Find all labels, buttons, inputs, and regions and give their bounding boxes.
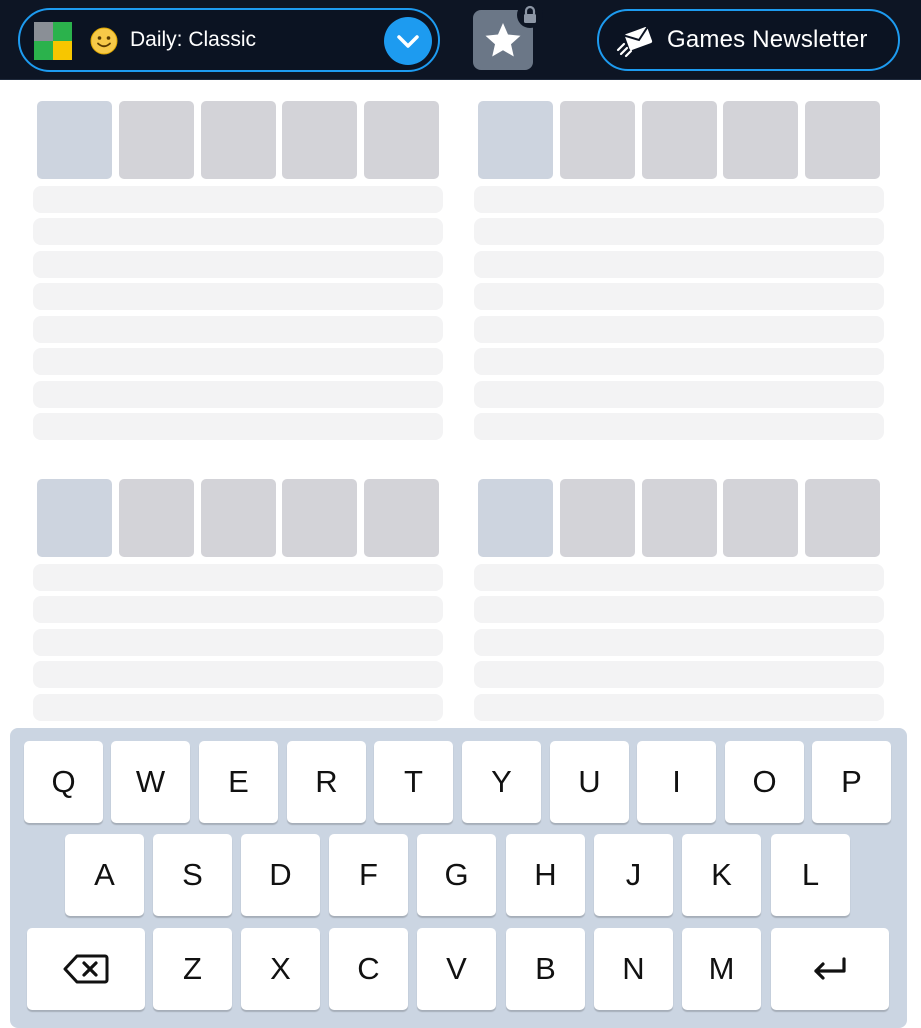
key-f[interactable]: F bbox=[329, 834, 408, 916]
guess-row bbox=[33, 564, 443, 591]
tile bbox=[282, 479, 357, 557]
tile bbox=[37, 479, 112, 557]
guess-row bbox=[33, 629, 443, 656]
key-u[interactable]: U bbox=[550, 741, 629, 823]
guess-row bbox=[33, 381, 443, 408]
tile bbox=[805, 101, 880, 179]
tile bbox=[201, 101, 276, 179]
guess-row bbox=[474, 251, 884, 278]
guess-row bbox=[474, 413, 884, 440]
key-s[interactable]: S bbox=[153, 834, 232, 916]
enter-icon bbox=[814, 957, 846, 980]
guess-row bbox=[33, 661, 443, 688]
guess-row bbox=[33, 283, 443, 310]
key-i[interactable]: I bbox=[637, 741, 716, 823]
top-bar: Daily: Classic Games Newsletter bbox=[0, 0, 921, 80]
key-b[interactable]: B bbox=[506, 928, 585, 1010]
tile bbox=[723, 479, 798, 557]
key-n[interactable]: N bbox=[594, 928, 673, 1010]
tile bbox=[119, 479, 194, 557]
enter-key[interactable] bbox=[771, 928, 889, 1010]
key-j[interactable]: J bbox=[594, 834, 673, 916]
on-screen-keyboard: Q W E R T Y U I O P A S D F G H J K L Z … bbox=[10, 728, 907, 1028]
guess-row bbox=[474, 283, 884, 310]
key-k[interactable]: K bbox=[682, 834, 761, 916]
guess-row bbox=[33, 694, 443, 721]
tile bbox=[119, 101, 194, 179]
key-d[interactable]: D bbox=[241, 834, 320, 916]
key-m[interactable]: M bbox=[682, 928, 761, 1010]
mode-selector[interactable]: Daily: Classic bbox=[18, 8, 440, 72]
key-a[interactable]: A bbox=[65, 834, 144, 916]
key-x[interactable]: X bbox=[241, 928, 320, 1010]
lock-badge bbox=[517, 2, 543, 28]
tile bbox=[805, 479, 880, 557]
guess-row bbox=[33, 251, 443, 278]
tile bbox=[37, 101, 112, 179]
tile bbox=[642, 101, 717, 179]
guess-row bbox=[33, 413, 443, 440]
tile bbox=[560, 101, 635, 179]
game-logo-icon bbox=[34, 22, 72, 60]
newsletter-button[interactable]: Games Newsletter bbox=[597, 9, 900, 71]
guess-row bbox=[474, 694, 884, 721]
tile bbox=[364, 101, 439, 179]
key-e[interactable]: E bbox=[199, 741, 278, 823]
mode-label: Daily: Classic bbox=[130, 28, 257, 51]
key-g[interactable]: G bbox=[417, 834, 496, 916]
tile bbox=[723, 101, 798, 179]
guess-row bbox=[33, 218, 443, 245]
mode-dropdown-button[interactable] bbox=[384, 17, 432, 65]
envelope-icon bbox=[616, 26, 653, 58]
tile bbox=[478, 479, 553, 557]
smiley-face-icon bbox=[90, 27, 118, 55]
key-r[interactable]: R bbox=[287, 741, 366, 823]
guess-row bbox=[474, 564, 884, 591]
key-v[interactable]: V bbox=[417, 928, 496, 1010]
guess-row bbox=[474, 381, 884, 408]
key-l[interactable]: L bbox=[771, 834, 850, 916]
guess-row bbox=[33, 316, 443, 343]
guess-row bbox=[474, 596, 884, 623]
lock-icon bbox=[524, 5, 536, 23]
tile bbox=[282, 101, 357, 179]
tile bbox=[560, 479, 635, 557]
key-w[interactable]: W bbox=[111, 741, 190, 823]
newsletter-label: Games Newsletter bbox=[667, 26, 868, 53]
key-h[interactable]: H bbox=[506, 834, 585, 916]
tile bbox=[642, 479, 717, 557]
guess-row bbox=[474, 348, 884, 375]
tile bbox=[364, 479, 439, 557]
guess-row bbox=[33, 596, 443, 623]
guess-row bbox=[33, 348, 443, 375]
key-c[interactable]: C bbox=[329, 928, 408, 1010]
key-o[interactable]: O bbox=[725, 741, 804, 823]
guess-row bbox=[474, 629, 884, 656]
tile bbox=[201, 479, 276, 557]
guess-row bbox=[474, 661, 884, 688]
tile bbox=[478, 101, 553, 179]
key-p[interactable]: P bbox=[812, 741, 891, 823]
guess-row bbox=[474, 316, 884, 343]
guess-row bbox=[474, 186, 884, 213]
guess-row bbox=[33, 186, 443, 213]
backspace-key[interactable] bbox=[27, 928, 145, 1010]
key-z[interactable]: Z bbox=[153, 928, 232, 1010]
key-t[interactable]: T bbox=[374, 741, 453, 823]
key-y[interactable]: Y bbox=[462, 741, 541, 823]
guess-row bbox=[474, 218, 884, 245]
chevron-down-icon bbox=[397, 35, 419, 48]
backspace-icon bbox=[63, 954, 109, 984]
key-q[interactable]: Q bbox=[24, 741, 103, 823]
